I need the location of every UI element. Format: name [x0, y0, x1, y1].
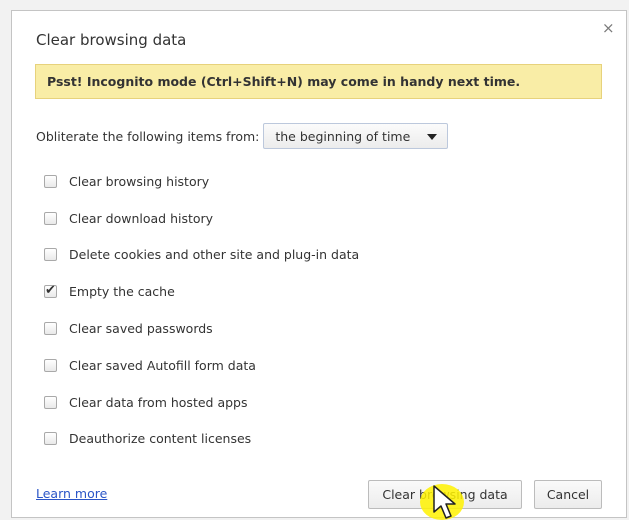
time-range-value: the beginning of time — [275, 128, 411, 144]
option-empty-cache[interactable]: ✔ Empty the cache — [44, 273, 359, 310]
option-label: Deauthorize content licenses — [69, 431, 252, 447]
option-clear-autofill[interactable]: Clear saved Autofill form data — [44, 347, 359, 384]
option-label: Clear saved passwords — [69, 321, 213, 337]
option-clear-download-history[interactable]: Clear download history — [44, 200, 359, 237]
obliterate-row: Obliterate the following items from: the… — [36, 123, 449, 149]
option-label: Empty the cache — [69, 284, 175, 300]
option-clear-saved-passwords[interactable]: Clear saved passwords — [44, 310, 359, 347]
checkbox[interactable] — [44, 432, 57, 446]
incognito-tip-banner: Psst! Incognito mode (Ctrl+Shift+N) may … — [35, 64, 602, 99]
checkbox[interactable] — [44, 174, 57, 188]
option-clear-hosted-apps[interactable]: Clear data from hosted apps — [44, 384, 359, 421]
checkbox[interactable] — [44, 358, 57, 372]
obliterate-label: Obliterate the following items from: — [36, 128, 260, 144]
option-label: Delete cookies and other site and plug-i… — [69, 247, 360, 263]
option-label: Clear saved Autofill form data — [69, 357, 256, 373]
cancel-button[interactable]: Cancel — [534, 480, 602, 509]
option-delete-cookies[interactable]: Delete cookies and other site and plug-i… — [44, 237, 359, 274]
checkbox[interactable]: ✔ — [44, 283, 57, 299]
option-label: Clear browsing history — [69, 173, 210, 189]
checkbox[interactable] — [44, 322, 57, 336]
time-range-select[interactable]: the beginning of time — [263, 123, 449, 149]
checkbox[interactable] — [44, 395, 57, 409]
checkmark-icon: ✔ — [45, 283, 56, 299]
checkbox[interactable] — [44, 248, 57, 262]
option-deauthorize-licenses[interactable]: Deauthorize content licenses — [44, 421, 359, 458]
chevron-down-icon — [427, 134, 438, 140]
dialog-title: Clear browsing data — [36, 31, 187, 49]
option-label: Clear data from hosted apps — [69, 394, 248, 410]
banner-text: Psst! Incognito mode (Ctrl+Shift+N) may … — [47, 74, 521, 89]
option-label: Clear download history — [69, 210, 214, 226]
checkbox[interactable] — [44, 211, 57, 225]
learn-more-link[interactable]: Learn more — [36, 486, 107, 501]
mouse-pointer-icon — [420, 484, 464, 520]
clear-options-list: Clear browsing history Clear download hi… — [44, 163, 359, 457]
clear-browsing-data-dialog: Clear browsing data × Psst! Incognito mo… — [11, 10, 627, 518]
option-clear-browsing-history[interactable]: Clear browsing history — [44, 163, 359, 200]
close-icon[interactable]: × — [602, 19, 615, 37]
